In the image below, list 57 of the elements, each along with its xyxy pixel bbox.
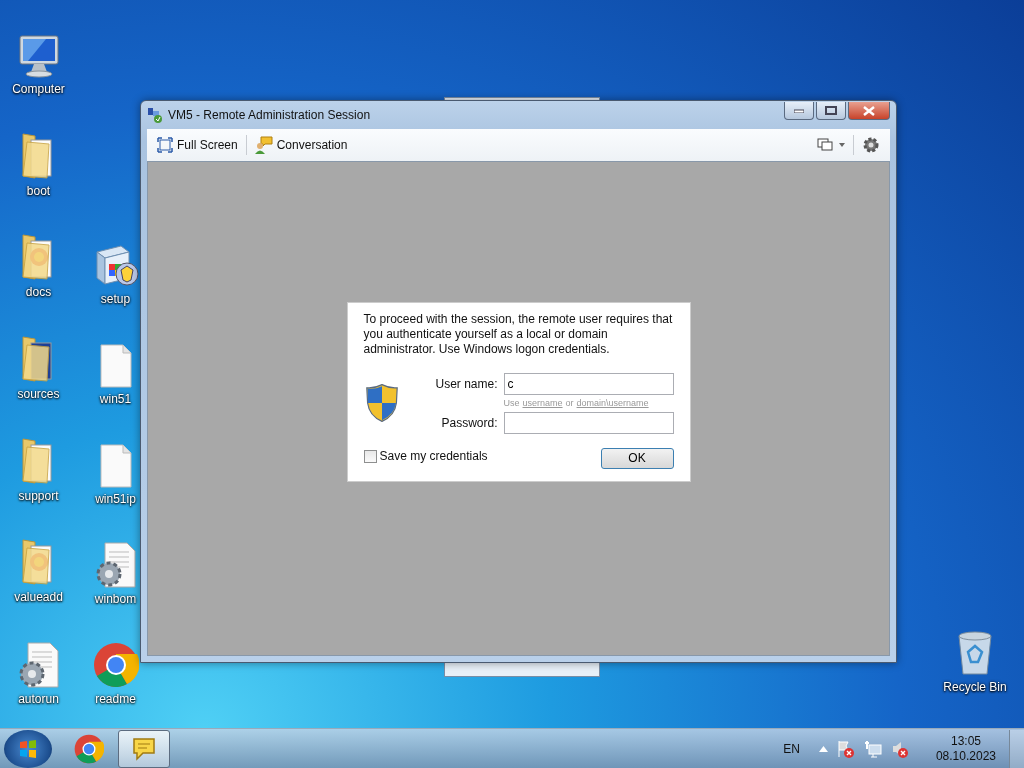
checkbox-label: Save my credentials	[379, 449, 488, 463]
flag-error-icon[interactable]	[836, 739, 855, 758]
window-title: VM5 - Remote Administration Session	[168, 108, 371, 122]
settings-icon	[862, 136, 880, 154]
chrome-icon	[92, 642, 139, 688]
toolbar-button[interactable]: Conversation	[250, 133, 352, 157]
maximize-icon	[825, 106, 837, 115]
minimize-icon	[794, 108, 804, 113]
clock-time[interactable]: 13:05	[950, 733, 981, 749]
hint-text: or	[565, 397, 574, 408]
username-label: User name:	[434, 376, 498, 391]
desktop-icon-label[interactable]: winbom	[94, 592, 137, 606]
language-indicator[interactable]: EN	[783, 741, 800, 756]
blank-document-icon	[98, 344, 133, 388]
desktop-icon-label[interactable]: win51ip	[95, 492, 136, 506]
settings-file-icon	[94, 542, 137, 588]
ok-button[interactable]: OK	[600, 447, 674, 469]
start-button[interactable]	[4, 729, 52, 768]
recycle-bin-icon	[956, 630, 994, 676]
show-hidden-icons-icon[interactable]	[818, 745, 828, 752]
desktop-icon-label[interactable]: Computer	[12, 82, 65, 96]
hint-text: Use	[503, 397, 520, 408]
desktop-icon-label[interactable]: autorun	[18, 691, 59, 706]
monitors-dropdown-icon	[817, 138, 845, 152]
password-field[interactable]	[503, 411, 674, 434]
close-button[interactable]	[848, 102, 890, 120]
chrome-icon	[74, 733, 104, 764]
remote-computers-icon	[147, 107, 163, 123]
fullscreen-icon	[157, 137, 173, 153]
desktop-icon-label[interactable]: sources	[17, 386, 60, 401]
network-icon[interactable]	[863, 739, 882, 758]
checkbox[interactable]	[363, 449, 377, 463]
password-label: Password:	[440, 415, 498, 430]
toolbar-button[interactable]: Full Screen	[153, 134, 242, 156]
show-desktop-button[interactable]	[1009, 729, 1024, 768]
desktop-icon-label[interactable]: support	[18, 488, 59, 503]
desktop-icon-label[interactable]: setup	[100, 292, 131, 306]
dialog-message: To proceed with the session, the remote user requires that you authenticate yourself as a local or domain administrator. Use Windows logon credentials.	[363, 311, 674, 357]
speech-bubble-icon	[131, 735, 157, 762]
clock-date[interactable]: 08.10.2023	[935, 748, 996, 764]
desktop-icon-label[interactable]: boot	[26, 183, 51, 198]
taskbar-app-button[interactable]	[118, 729, 170, 768]
desktop-icon-label[interactable]: docs	[25, 285, 52, 300]
people-chat-icon	[254, 136, 273, 154]
close-icon	[863, 105, 875, 116]
domain-username-link[interactable]: domain\username	[576, 397, 649, 408]
desktop-icon-label[interactable]: Recycle Bin	[943, 680, 1007, 694]
settings-file-icon	[17, 641, 60, 688]
desktop-icon-label[interactable]: win51	[99, 392, 132, 406]
speaker-muted-icon[interactable]	[890, 739, 909, 758]
windows-logo-icon	[19, 739, 37, 758]
username-link[interactable]: username	[522, 397, 563, 408]
username-field[interactable]: c	[503, 372, 674, 395]
maximize-button[interactable]	[816, 102, 846, 120]
minimize-button[interactable]	[784, 102, 814, 120]
blank-document-icon	[98, 444, 133, 488]
desktop-icon-label[interactable]: valueadd	[14, 590, 63, 605]
